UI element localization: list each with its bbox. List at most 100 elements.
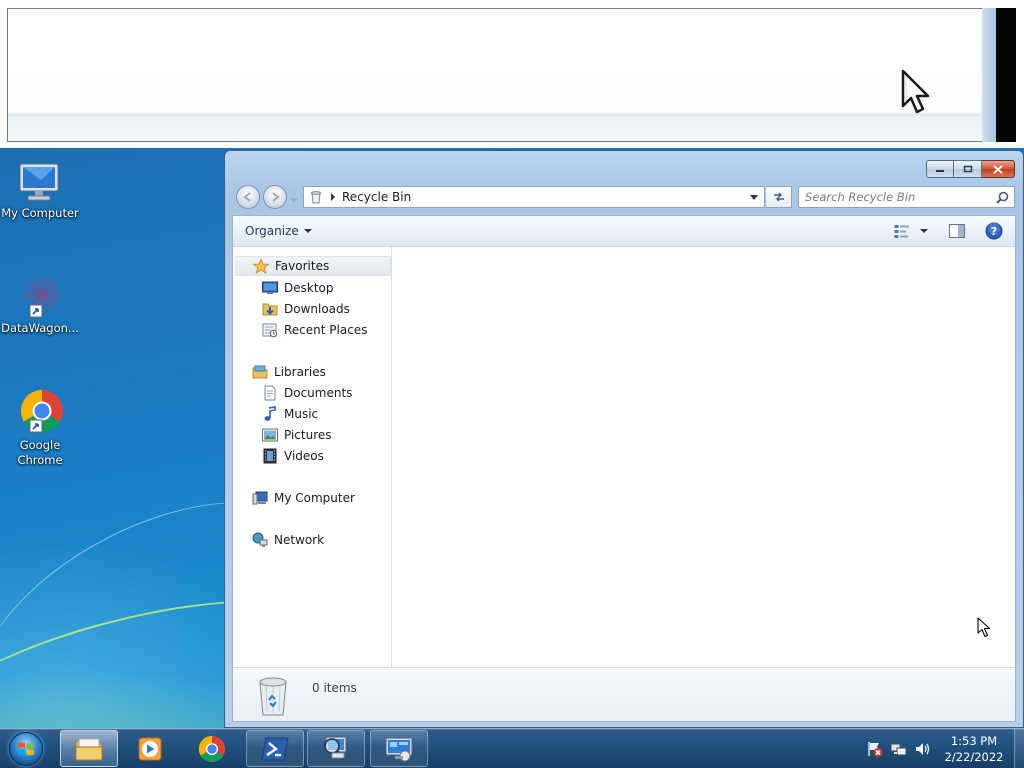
pictures-icon bbox=[262, 428, 278, 442]
taskbar-remote-desktop-button[interactable] bbox=[370, 730, 428, 767]
nav-libraries-label: Libraries bbox=[274, 365, 326, 379]
windows-logo-icon bbox=[9, 732, 43, 766]
clock-time: 1:53 PM bbox=[950, 734, 998, 748]
organize-label: Organize bbox=[245, 224, 299, 238]
taskbar: 1:53 PM 2/22/2022 bbox=[0, 728, 1024, 768]
nav-desktop[interactable]: Desktop bbox=[262, 278, 334, 298]
recycle-bin-icon bbox=[259, 677, 287, 716]
network-globe-icon bbox=[252, 532, 268, 547]
action-center-flag-icon[interactable] bbox=[866, 740, 884, 758]
search-box[interactable] bbox=[798, 186, 1015, 208]
desktop-icon-chrome[interactable]: Google Chrome bbox=[1, 388, 79, 468]
taskbar-explorer-button[interactable] bbox=[60, 730, 118, 767]
minimize-button[interactable] bbox=[926, 160, 954, 178]
navigation-bar: Recycle Bin bbox=[233, 184, 1015, 210]
nav-libraries[interactable]: Libraries bbox=[252, 362, 326, 382]
nav-documents[interactable]: Documents bbox=[262, 383, 352, 403]
forward-arrow-icon bbox=[272, 192, 280, 202]
nav-favorites-label: Favorites bbox=[275, 259, 330, 273]
minimize-icon bbox=[936, 170, 944, 172]
nav-downloads[interactable]: Downloads bbox=[262, 299, 350, 319]
explorer-client-area: Organize ? Favorites Desktop Downloads R… bbox=[232, 215, 1016, 722]
forward-button[interactable] bbox=[263, 185, 287, 209]
nav-network[interactable]: Network bbox=[252, 530, 324, 550]
nav-item-label: Music bbox=[284, 407, 319, 421]
close-button[interactable] bbox=[982, 160, 1015, 178]
refresh-button[interactable] bbox=[766, 186, 792, 208]
window-controls bbox=[926, 160, 1015, 178]
back-button[interactable] bbox=[236, 185, 260, 209]
taskbar-powershell-button[interactable] bbox=[246, 730, 304, 767]
libraries-icon bbox=[252, 365, 268, 379]
organize-button[interactable]: Organize bbox=[245, 224, 312, 238]
nav-my-computer[interactable]: My Computer bbox=[252, 488, 355, 508]
chevron-down-icon bbox=[920, 229, 928, 233]
back-arrow-icon bbox=[243, 192, 251, 202]
recent-pages-dropdown[interactable] bbox=[290, 193, 298, 207]
breadcrumb-recycle-bin[interactable]: Recycle Bin bbox=[342, 190, 411, 204]
downloads-folder-icon bbox=[262, 303, 278, 316]
mouse-cursor-icon bbox=[977, 617, 991, 638]
remote-desktop-icon bbox=[385, 737, 413, 761]
breadcrumb-arrow-icon[interactable] bbox=[330, 193, 336, 201]
nav-favorites[interactable]: Favorites bbox=[235, 256, 391, 276]
help-button[interactable]: ? bbox=[985, 222, 1003, 243]
magnifier-icon bbox=[324, 736, 347, 760]
explorer-window[interactable]: Recycle Bin Organize bbox=[224, 150, 1024, 728]
preview-pane-button[interactable] bbox=[949, 224, 965, 241]
nav-item-label: Videos bbox=[284, 449, 324, 463]
navigation-pane: Favorites Desktop Downloads Recent Place… bbox=[233, 247, 392, 667]
chevron-down-icon bbox=[290, 198, 298, 203]
start-button[interactable] bbox=[6, 730, 46, 768]
taskbar-magnifier-button[interactable] bbox=[307, 730, 365, 767]
magnified-window-frame bbox=[7, 8, 993, 142]
search-icon[interactable] bbox=[996, 191, 1009, 204]
magnified-window-edge bbox=[982, 8, 996, 142]
desktop-icon-label: DataWagon... bbox=[1, 321, 79, 335]
address-dropdown-icon[interactable] bbox=[750, 195, 758, 200]
magnified-cursor-icon bbox=[900, 68, 932, 119]
view-options-icon bbox=[894, 225, 909, 238]
datawagon-icon bbox=[25, 278, 59, 318]
nav-recent-places[interactable]: Recent Places bbox=[262, 320, 367, 340]
taskbar-chrome-button[interactable] bbox=[183, 730, 241, 767]
volume-icon[interactable] bbox=[914, 740, 932, 758]
restore-icon bbox=[963, 165, 972, 173]
show-desktop-button[interactable] bbox=[1014, 729, 1024, 768]
address-bar[interactable]: Recycle Bin bbox=[303, 186, 765, 208]
taskbar-clock[interactable]: 1:53 PM 2/22/2022 bbox=[936, 733, 1012, 765]
powershell-icon bbox=[261, 737, 289, 760]
desktop-icon-label: My Computer bbox=[1, 206, 79, 220]
command-bar: Organize ? bbox=[233, 216, 1015, 247]
explorer-icon bbox=[75, 738, 103, 760]
nav-item-label: Documents bbox=[284, 386, 353, 400]
nav-item-label: Pictures bbox=[284, 428, 332, 442]
nav-item-label: Recent Places bbox=[284, 323, 368, 337]
computer-icon bbox=[252, 491, 268, 505]
file-list-area[interactable] bbox=[393, 247, 1015, 667]
svg-text:?: ? bbox=[991, 225, 997, 238]
clock-date: 2/22/2022 bbox=[944, 750, 1004, 764]
star-icon bbox=[253, 258, 269, 274]
network-icon[interactable] bbox=[890, 740, 908, 758]
nav-music[interactable]: Music bbox=[262, 404, 318, 424]
help-icon: ? bbox=[985, 222, 1003, 240]
details-pane: 0 items bbox=[233, 667, 1015, 721]
desktop-icon-label: Google Chrome bbox=[17, 438, 63, 467]
nav-pictures[interactable]: Pictures bbox=[262, 425, 332, 445]
recent-places-icon bbox=[262, 323, 278, 338]
documents-icon bbox=[264, 385, 276, 401]
search-input[interactable] bbox=[805, 190, 987, 204]
music-note-icon bbox=[264, 406, 276, 421]
chrome-icon bbox=[198, 735, 226, 762]
taskbar-media-player-button[interactable] bbox=[121, 730, 179, 767]
restore-button[interactable] bbox=[954, 160, 982, 178]
media-player-icon bbox=[138, 737, 162, 760]
computer-icon bbox=[19, 163, 59, 201]
nav-item-label: Downloads bbox=[284, 302, 350, 316]
nav-videos[interactable]: Videos bbox=[262, 446, 324, 466]
desktop-icon-my-computer[interactable]: My Computer bbox=[1, 160, 79, 221]
desktop-icon-datawagon[interactable]: DataWagon... bbox=[1, 275, 79, 336]
change-view-button[interactable] bbox=[894, 224, 928, 238]
nav-my-computer-label: My Computer bbox=[274, 491, 355, 505]
